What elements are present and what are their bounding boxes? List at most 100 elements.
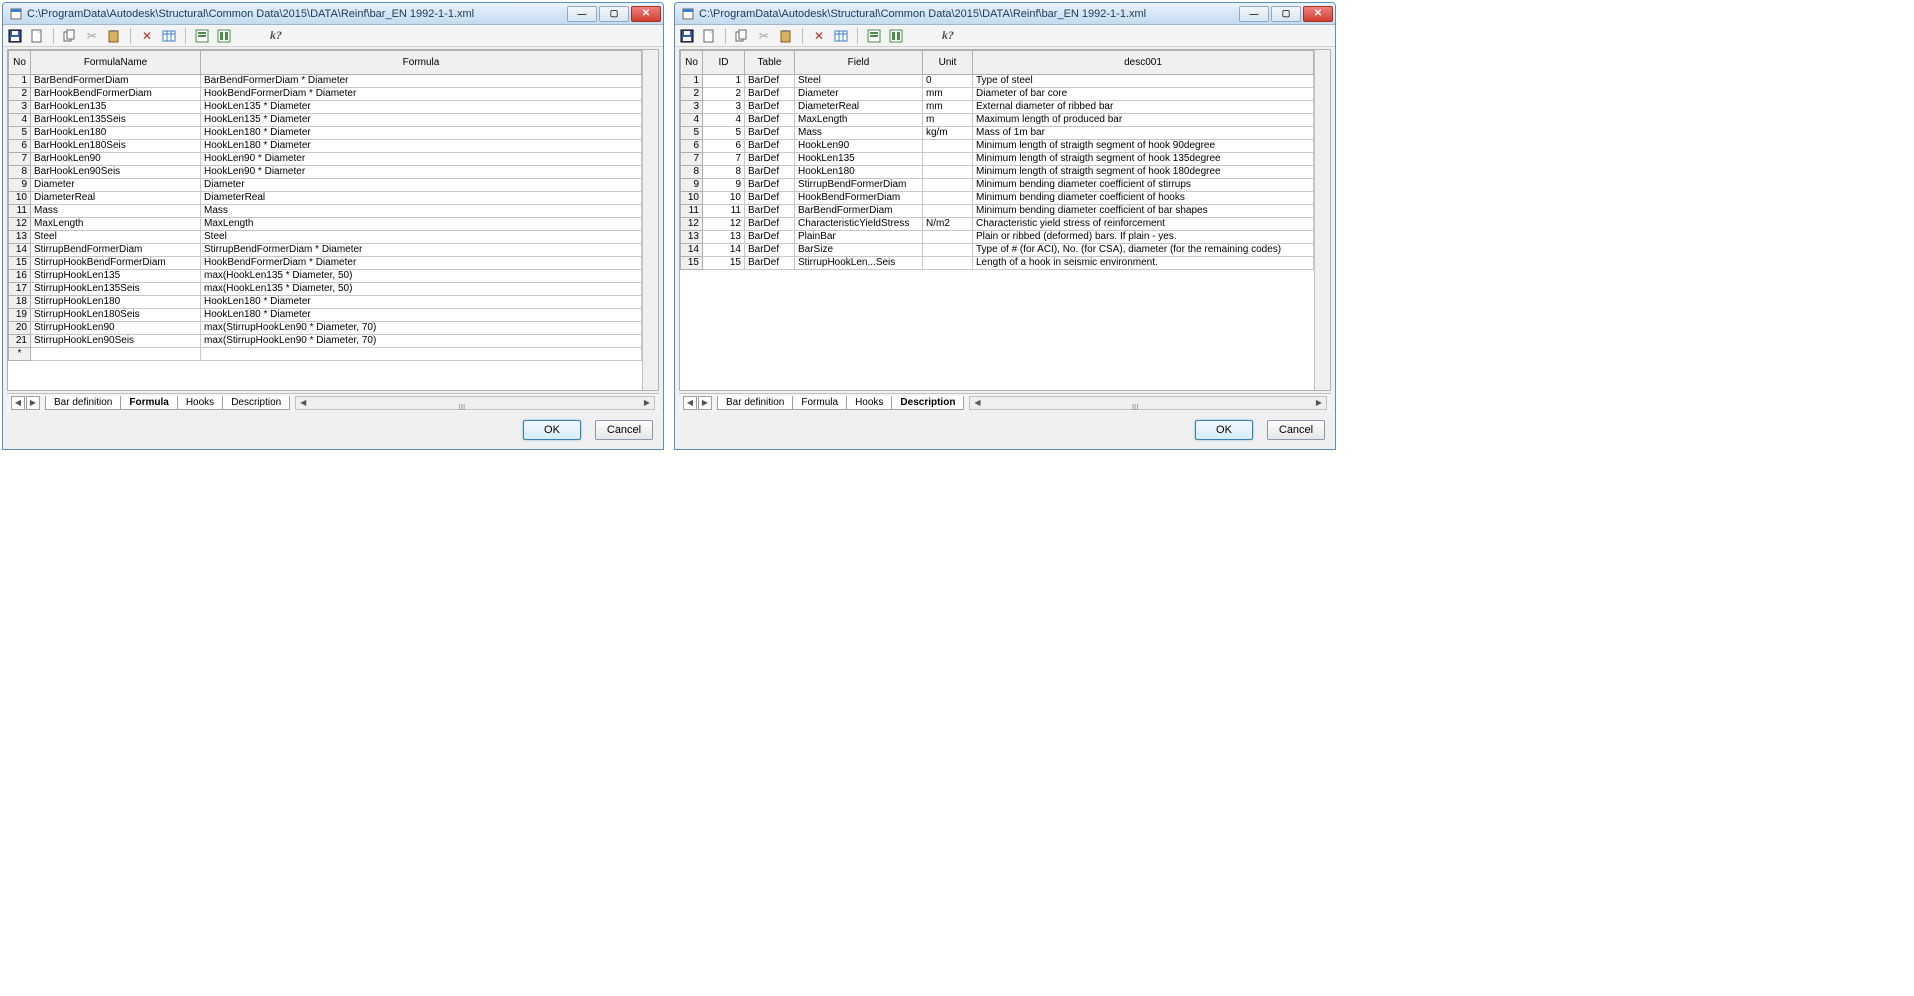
row-number[interactable]: 1 (9, 75, 31, 88)
cell-id[interactable]: 9 (703, 179, 745, 192)
cell-desc[interactable]: Characteristic yield stress of reinforce… (973, 218, 1314, 231)
table-row[interactable]: 1414BarDefBarSizeType of # (for ACI), No… (681, 244, 1314, 257)
description-grid[interactable]: No ID Table Field Unit desc001 11BarDefS… (680, 50, 1314, 270)
row-number[interactable]: 5 (681, 127, 703, 140)
cell-desc[interactable]: Diameter of bar core (973, 88, 1314, 101)
table-row[interactable]: 13SteelSteel (9, 231, 642, 244)
maximize-button[interactable] (1271, 6, 1301, 22)
vertical-scrollbar[interactable] (642, 50, 658, 390)
table-row[interactable]: 1BarBendFormerDiamBarBendFormerDiam * Di… (9, 75, 642, 88)
preview2-icon[interactable] (888, 28, 904, 44)
row-number[interactable]: 6 (681, 140, 703, 153)
calendar-icon[interactable] (161, 28, 177, 44)
row-number[interactable]: 5 (9, 127, 31, 140)
row-number[interactable]: * (9, 348, 31, 361)
cell-field[interactable]: StirrupBendFormerDiam (795, 179, 923, 192)
cell-desc[interactable]: Minimum length of straigth segment of ho… (973, 140, 1314, 153)
cell-table[interactable]: BarDef (745, 88, 795, 101)
cell-id[interactable]: 3 (703, 101, 745, 114)
row-number[interactable]: 3 (9, 101, 31, 114)
col-field[interactable]: Field (795, 51, 923, 75)
paste-icon[interactable] (106, 28, 122, 44)
cell-formulaname[interactable]: BarBendFormerDiam (31, 75, 201, 88)
tab-nav-right[interactable]: ▶ (26, 396, 40, 410)
cell-formula[interactable]: Mass (201, 205, 642, 218)
close-button[interactable] (1303, 6, 1333, 22)
cell-table[interactable]: BarDef (745, 153, 795, 166)
cell-formula[interactable]: Steel (201, 231, 642, 244)
paste-icon[interactable] (778, 28, 794, 44)
cell-unit[interactable] (923, 257, 973, 270)
cell-formulaname[interactable]: StirrupHookBendFormerDiam (31, 257, 201, 270)
row-number[interactable]: 20 (9, 322, 31, 335)
tab-hooks[interactable]: Hooks (177, 396, 223, 410)
col-formula[interactable]: Formula (201, 51, 642, 75)
calendar-icon[interactable] (833, 28, 849, 44)
cell-field[interactable]: Mass (795, 127, 923, 140)
row-number[interactable]: 2 (9, 88, 31, 101)
help-icon[interactable]: k? (940, 28, 956, 44)
tab-nav-left[interactable]: ◀ (683, 396, 697, 410)
cell-formula[interactable]: StirrupBendFormerDiam * Diameter (201, 244, 642, 257)
cell-table[interactable]: BarDef (745, 75, 795, 88)
cell-unit[interactable]: N/m2 (923, 218, 973, 231)
cell-unit[interactable]: mm (923, 88, 973, 101)
ok-button[interactable]: OK (523, 420, 581, 440)
row-number[interactable]: 11 (681, 205, 703, 218)
cell-formulaname[interactable]: BarHookLen180 (31, 127, 201, 140)
cell-formulaname[interactable]: BarHookLen180Seis (31, 140, 201, 153)
table-row[interactable]: 2BarHookBendFormerDiamHookBendFormerDiam… (9, 88, 642, 101)
table-row[interactable]: 3BarHookLen135HookLen135 * Diameter (9, 101, 642, 114)
col-unit[interactable]: Unit (923, 51, 973, 75)
cell-field[interactable]: Diameter (795, 88, 923, 101)
col-no[interactable]: No (681, 51, 703, 75)
copy-icon[interactable] (734, 28, 750, 44)
row-number[interactable]: 13 (681, 231, 703, 244)
table-row[interactable]: 12MaxLengthMaxLength (9, 218, 642, 231)
cell-id[interactable]: 11 (703, 205, 745, 218)
cell-formula[interactable]: HookLen180 * Diameter (201, 140, 642, 153)
close-button[interactable] (631, 6, 661, 22)
cell-field[interactable]: CharacteristicYieldStress (795, 218, 923, 231)
row-number[interactable]: 16 (9, 270, 31, 283)
cell-desc[interactable]: Minimum bending diameter coefficient of … (973, 179, 1314, 192)
cell-formula[interactable]: HookLen90 * Diameter (201, 166, 642, 179)
row-number[interactable]: 4 (681, 114, 703, 127)
cell-formulaname[interactable]: BarHookLen135Seis (31, 114, 201, 127)
cell-formula[interactable]: Diameter (201, 179, 642, 192)
tab-bar-definition[interactable]: Bar definition (717, 396, 793, 410)
row-number[interactable]: 7 (681, 153, 703, 166)
cell-unit[interactable]: m (923, 114, 973, 127)
cell-table[interactable]: BarDef (745, 244, 795, 257)
table-row[interactable]: 1515BarDefStirrupHookLen...SeisLength of… (681, 257, 1314, 270)
cell-formulaname[interactable]: Mass (31, 205, 201, 218)
cell-desc[interactable]: Minimum length of straigth segment of ho… (973, 166, 1314, 179)
cell-formula[interactable]: MaxLength (201, 218, 642, 231)
row-number[interactable]: 18 (9, 296, 31, 309)
table-row[interactable]: 21StirrupHookLen90Seismax(StirrupHookLen… (9, 335, 642, 348)
table-row[interactable]: 15StirrupHookBendFormerDiamHookBendForme… (9, 257, 642, 270)
cell-field[interactable]: HookLen90 (795, 140, 923, 153)
new-icon[interactable] (29, 28, 45, 44)
cell-formulaname[interactable]: Diameter (31, 179, 201, 192)
titlebar[interactable]: C:\ProgramData\Autodesk\Structural\Commo… (3, 3, 663, 25)
titlebar[interactable]: C:\ProgramData\Autodesk\Structural\Commo… (675, 3, 1335, 25)
cell-table[interactable]: BarDef (745, 166, 795, 179)
cell-table[interactable]: BarDef (745, 192, 795, 205)
cell-table[interactable]: BarDef (745, 101, 795, 114)
row-number[interactable]: 12 (9, 218, 31, 231)
table-row[interactable]: 1212BarDefCharacteristicYieldStressN/m2C… (681, 218, 1314, 231)
tab-description[interactable]: Description (891, 396, 964, 410)
cell-formula[interactable]: HookLen180 * Diameter (201, 127, 642, 140)
row-number[interactable]: 10 (9, 192, 31, 205)
row-number[interactable]: 14 (681, 244, 703, 257)
cell-formulaname[interactable]: StirrupHookLen90Seis (31, 335, 201, 348)
cell-formulaname[interactable]: StirrupHookLen135 (31, 270, 201, 283)
preview1-icon[interactable] (194, 28, 210, 44)
table-row[interactable]: 1010BarDefHookBendFormerDiamMinimum bend… (681, 192, 1314, 205)
cell-desc[interactable]: External diameter of ribbed bar (973, 101, 1314, 114)
cell-formulaname[interactable]: BarHookLen90 (31, 153, 201, 166)
table-row[interactable]: 10DiameterRealDiameterReal (9, 192, 642, 205)
cell-formula[interactable]: HookLen180 * Diameter (201, 296, 642, 309)
cell-unit[interactable]: 0 (923, 75, 973, 88)
